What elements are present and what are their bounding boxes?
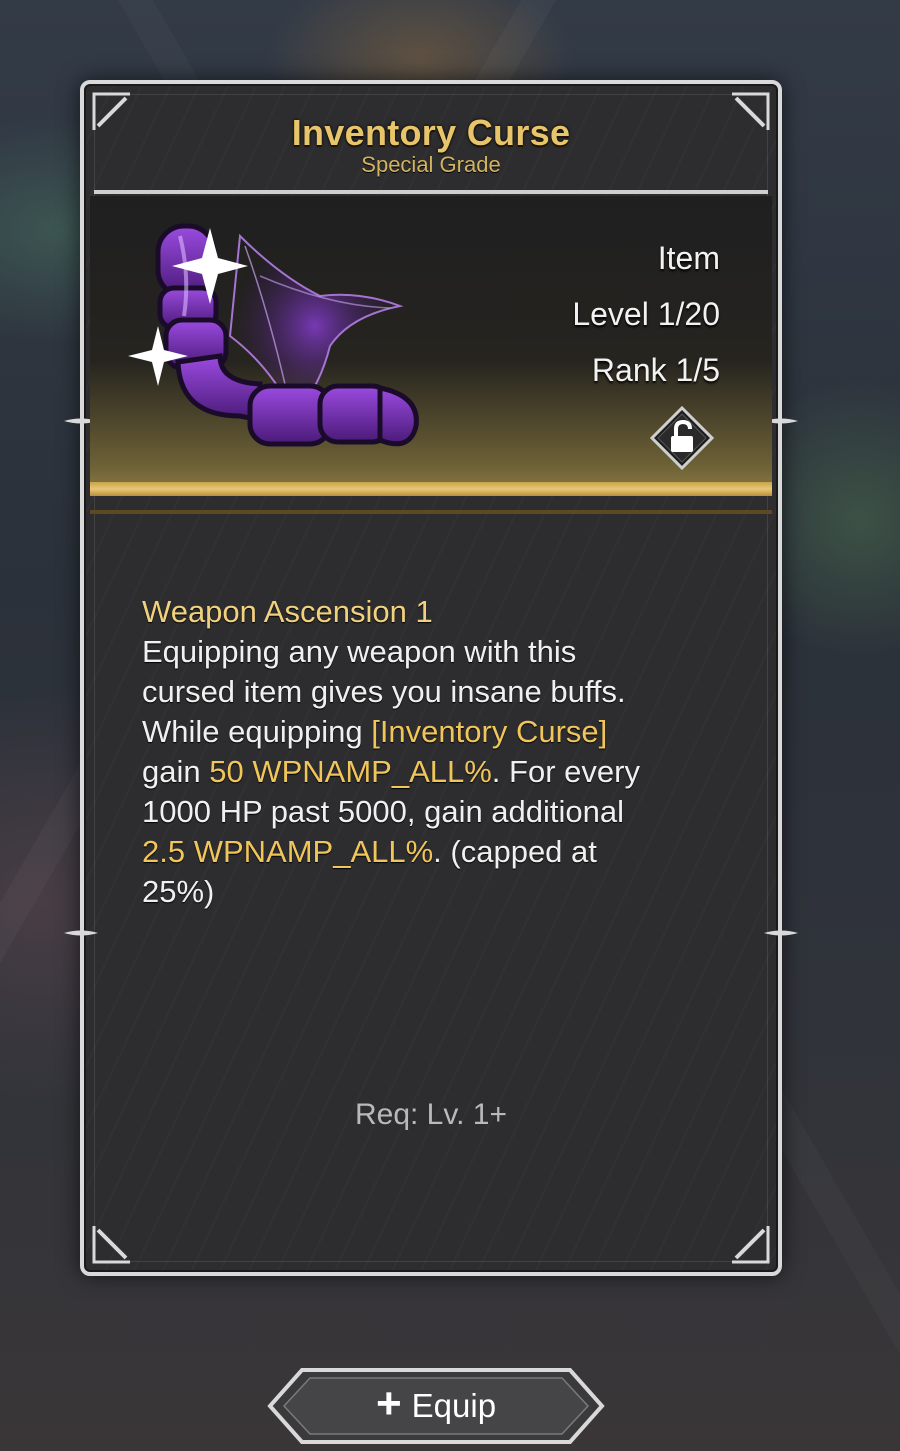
desc-line: 2.5 WPNAMP_ALL%. (capped at xyxy=(142,832,728,872)
item-rank: Rank 1/5 xyxy=(591,352,720,388)
desc-highlight: 50 WPNAMP_ALL% xyxy=(209,754,492,789)
item-grade: Special Grade xyxy=(361,152,501,177)
gold-band xyxy=(90,482,772,496)
frame-tick-icon xyxy=(764,928,798,938)
equip-button[interactable]: + Equip xyxy=(266,1366,606,1446)
item-level: Level 1/20 xyxy=(572,296,720,332)
frame-tick-icon xyxy=(64,928,98,938)
desc-text: While equipping xyxy=(142,714,372,749)
desc-line: 1000 HP past 5000, gain additional xyxy=(142,794,625,829)
ascension-title: Weapon Ascension 1 xyxy=(142,594,433,629)
item-showcase: Item Level 1/20 Rank 1/5 xyxy=(90,196,772,496)
desc-line: cursed item gives you insane buffs. xyxy=(142,674,626,709)
cursed-item-icon xyxy=(128,223,419,447)
corner-ornament-icon xyxy=(92,1224,132,1264)
desc-text: gain xyxy=(142,754,210,789)
desc-highlight: [Inventory Curse] xyxy=(371,714,608,749)
item-name: Inventory Curse xyxy=(291,112,571,153)
equip-label-wrap: + Equip xyxy=(266,1366,606,1446)
item-stats: Item Level 1/20 Rank 1/5 xyxy=(572,236,720,404)
title-divider xyxy=(94,190,768,194)
equip-label: Equip xyxy=(411,1387,497,1424)
desc-line: Equipping any weapon with this xyxy=(142,634,577,669)
unlocked-padlock-icon[interactable] xyxy=(650,406,714,470)
desc-line: While equipping [Inventory Curse] xyxy=(142,712,728,752)
item-type: Item xyxy=(657,240,720,276)
plus-icon: + xyxy=(375,1379,402,1428)
gold-band-shadow xyxy=(90,510,772,514)
desc-line: gain 50 WPNAMP_ALL%. For every xyxy=(142,752,728,792)
desc-line: 25%) xyxy=(142,874,215,909)
corner-ornament-icon xyxy=(730,1224,770,1264)
desc-text: . For every xyxy=(491,754,640,789)
desc-text: . (capped at xyxy=(433,834,597,869)
desc-highlight: 2.5 WPNAMP_ALL% xyxy=(142,834,434,869)
level-requirement: Req: Lv. 1+ xyxy=(354,1098,508,1131)
title-header: Inventory Curse Special Grade xyxy=(84,98,778,192)
item-description: Weapon Ascension 1 Equipping any weapon … xyxy=(142,592,728,912)
item-card: Inventory Curse Special Grade Item Level… xyxy=(64,80,798,1276)
